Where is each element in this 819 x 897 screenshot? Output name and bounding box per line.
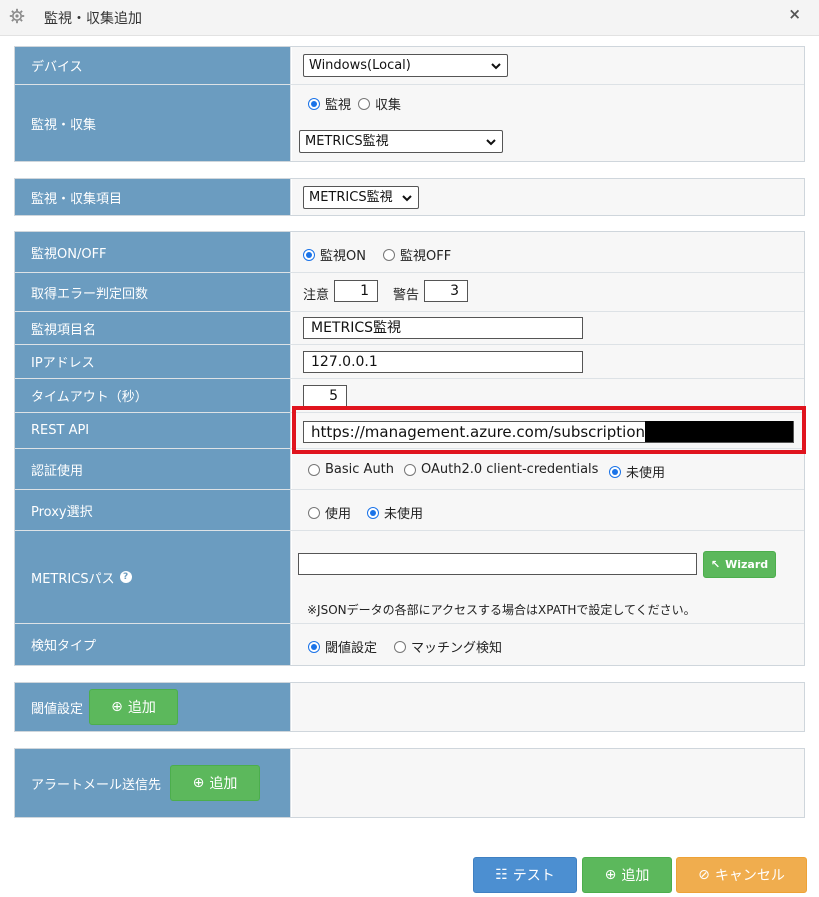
warning-input[interactable]: 3 — [424, 280, 468, 302]
add-button[interactable]: ⊕ 追加 — [582, 857, 672, 893]
radio-button[interactable] — [394, 640, 406, 653]
close-icon[interactable]: × — [788, 5, 801, 23]
radio-button[interactable] — [303, 248, 315, 261]
radio-button[interactable] — [367, 506, 379, 519]
wizard-button[interactable]: ↖ Wizard — [703, 551, 776, 578]
ip-input[interactable]: 127.0.0.1 — [303, 351, 583, 373]
caution-input[interactable]: 1 — [334, 280, 378, 302]
timeout-input[interactable]: 5 — [303, 385, 347, 407]
chevron-down-icon — [491, 63, 501, 70]
radio-auth-unused[interactable]: 未使用 — [609, 462, 665, 481]
window-titlebar: 監視・収集追加 × — [0, 0, 819, 36]
radio-monitor[interactable]: 監視 — [308, 94, 351, 113]
radio-button[interactable] — [383, 248, 395, 261]
item-label: 監視・収集項目 — [15, 179, 291, 215]
monitor-collect-row: 監視・収集 監視 収集 METRICS監視 — [15, 85, 804, 161]
device-select[interactable]: Windows(Local) — [303, 54, 508, 77]
timeout-label: タイムアウト（秒） — [15, 379, 291, 412]
metrics-path-row: METRICSパス ? ↖ Wizard ※JSONデータの各部にアクセスする場… — [15, 531, 804, 624]
monitor-onoff-label: 監視ON/OFF — [15, 232, 291, 272]
metrics-path-note: ※JSONデータの各部にアクセスする場合はXPATHで設定してください。 — [307, 603, 696, 617]
proxy-label: Proxy選択 — [15, 490, 291, 530]
metrics-path-input[interactable] — [298, 553, 697, 575]
alert-mail-row: アラートメール送信先 — [15, 749, 804, 817]
auth-row: 認証使用 Basic Auth OAuth2.0 client-credenti… — [15, 449, 804, 490]
alert-mail-add-button[interactable]: ⊕ 追加 — [170, 765, 260, 801]
device-section: デバイス Windows(Local) 監視・収集 監視 収集 METRICS監… — [14, 46, 805, 162]
gear-icon[interactable] — [9, 8, 25, 24]
monitor-type-select[interactable]: METRICS監視 — [299, 130, 503, 153]
radio-oauth2[interactable]: OAuth2.0 client-credentials — [404, 462, 598, 477]
radio-monitor-on[interactable]: 監視ON — [303, 245, 366, 264]
radio-matching[interactable]: マッチング検知 — [394, 637, 502, 656]
sitemap-icon: ☷ — [495, 867, 508, 883]
alert-mail-section: アラートメール送信先 — [14, 748, 805, 818]
device-row: デバイス Windows(Local) — [15, 47, 804, 85]
device-select-value: Windows(Local) — [309, 58, 411, 73]
chevron-down-icon — [486, 139, 496, 146]
test-button[interactable]: ☷ テスト — [473, 857, 577, 893]
plus-circle-icon: ⊕ — [604, 867, 617, 883]
plus-circle-icon: ⊕ — [192, 775, 205, 791]
error-count-row: 取得エラー判定回数 注意 1 警告 3 — [15, 273, 804, 312]
radio-basic-auth[interactable]: Basic Auth — [308, 462, 394, 477]
help-icon[interactable]: ? — [119, 571, 132, 583]
radio-button[interactable] — [404, 463, 416, 476]
proxy-row: Proxy選択 使用 未使用 — [15, 490, 804, 531]
ip-label: IPアドレス — [15, 345, 291, 378]
item-name-row: 監視項目名 METRICS監視 — [15, 312, 804, 345]
radio-button[interactable] — [609, 465, 621, 478]
radio-button[interactable] — [308, 640, 320, 653]
redaction-bar — [645, 421, 793, 442]
radio-monitor-off[interactable]: 監視OFF — [383, 245, 451, 264]
auth-label: 認証使用 — [15, 449, 291, 489]
item-name-input[interactable]: METRICS監視 — [303, 317, 583, 339]
cancel-button[interactable]: ⊘ キャンセル — [676, 857, 807, 893]
radio-collect[interactable]: 収集 — [358, 94, 401, 113]
threshold-add-button[interactable]: ⊕ 追加 — [89, 689, 178, 725]
ip-row: IPアドレス 127.0.0.1 — [15, 345, 804, 379]
rest-api-label: REST API — [15, 413, 291, 448]
caution-label: 注意 — [303, 288, 330, 303]
radio-button[interactable] — [308, 463, 320, 476]
chevron-down-icon — [402, 195, 412, 202]
item-row: 監視・収集項目 METRICS監視 — [15, 179, 804, 215]
monitor-collect-label: 監視・収集 — [15, 85, 291, 161]
item-name-label: 監視項目名 — [15, 312, 291, 344]
item-section: 監視・収集項目 METRICS監視 — [14, 178, 805, 216]
timeout-row: タイムアウト（秒） 5 — [15, 379, 804, 413]
wand-icon: ↖ — [710, 558, 721, 571]
warning-label: 警告 — [393, 288, 420, 303]
device-label: デバイス — [15, 47, 291, 84]
radio-threshold[interactable]: 閾値設定 — [308, 637, 377, 656]
error-count-label: 取得エラー判定回数 — [15, 273, 291, 311]
item-select[interactable]: METRICS監視 — [303, 186, 419, 209]
radio-button[interactable] — [308, 97, 320, 110]
radio-button[interactable] — [358, 97, 370, 110]
settings-section: 監視ON/OFF 監視ON 監視OFF 取得エラー判定回数 注意 1 警告 3 … — [14, 231, 805, 666]
metrics-path-label: METRICSパス ? — [15, 531, 291, 623]
radio-proxy-use[interactable]: 使用 — [308, 503, 351, 522]
radio-button[interactable] — [308, 506, 320, 519]
detect-type-row: 検知タイプ 閾値設定 マッチング検知 — [15, 624, 804, 665]
ban-icon: ⊘ — [698, 867, 710, 883]
radio-proxy-unused[interactable]: 未使用 — [367, 503, 423, 522]
monitor-onoff-row: 監視ON/OFF 監視ON 監視OFF — [15, 232, 804, 273]
window-title: 監視・収集追加 — [44, 11, 142, 27]
plus-circle-icon: ⊕ — [111, 699, 123, 715]
detect-type-label: 検知タイプ — [15, 624, 291, 665]
